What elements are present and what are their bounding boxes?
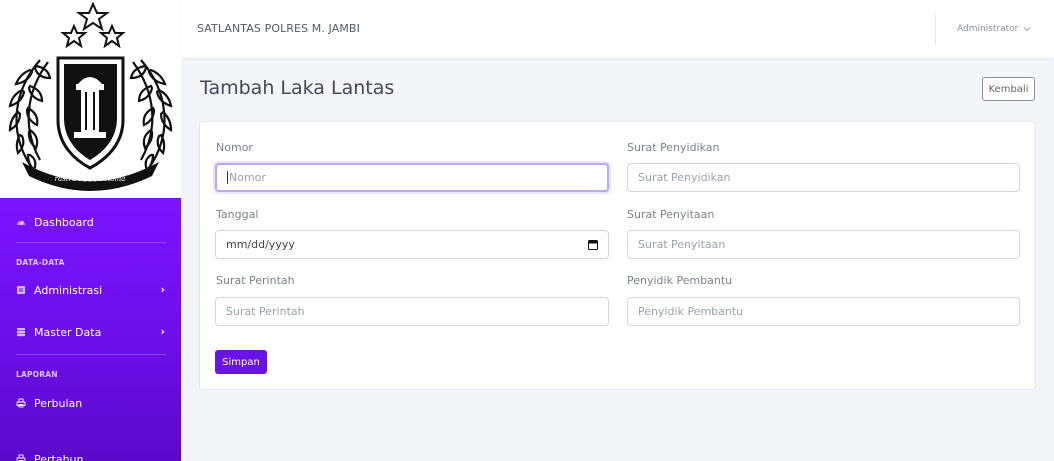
topbar-divider [935, 15, 936, 45]
sidebar-item-perbulan[interactable]: Perbulan [0, 383, 181, 423]
sidebar-item-label: Pertahun [34, 452, 84, 461]
topbar: SATLANTAS POLRES M. JAMBI Administrator [181, 0, 1054, 58]
sidebar-heading-laporan: LAPORAN [16, 370, 58, 379]
surat-perintah-placeholder: Surat Perintah [226, 305, 305, 318]
penyidik-pembantu-label: Penyidik Pembantu [627, 274, 733, 287]
chevron-down-icon [1024, 27, 1031, 32]
printer-icon [16, 398, 26, 408]
police-emblem-logo: rastra sewakottama [0, 0, 181, 198]
submit-button[interactable]: Simpan [215, 350, 267, 374]
printer-icon [16, 454, 26, 461]
sidebar-item-dashboard[interactable]: Dashboard [0, 202, 181, 242]
surat-penyitaan-placeholder: Surat Penyitaan [638, 238, 726, 251]
page-title: Tambah Laka Lantas [200, 77, 395, 99]
dashboard-icon [16, 217, 26, 227]
penyidik-pembantu-placeholder: Penyidik Pembantu [638, 305, 744, 318]
sidebar: rastra sewakottama Dashboard DATA-DATA A… [0, 0, 181, 461]
back-button[interactable]: Kembali [982, 77, 1035, 101]
chevron-right-icon: › [160, 283, 165, 296]
tanggal-placeholder: mm/dd/yyyy [226, 238, 295, 251]
database-icon [16, 327, 26, 337]
sidebar-item-label: Master Data [34, 325, 102, 339]
text-caret [227, 171, 228, 184]
chevron-right-icon: › [160, 325, 165, 338]
surat-penyidikan-placeholder: Surat Penyidikan [638, 171, 731, 184]
sidebar-nav: Dashboard DATA-DATA Administrasi › Maste… [0, 198, 181, 461]
police-emblem-icon: rastra sewakottama [8, 1, 173, 191]
sidebar-divider [16, 242, 166, 243]
user-name: Administrator [957, 24, 1019, 34]
sidebar-heading-data: DATA-DATA [16, 258, 65, 267]
surat-penyidikan-input[interactable]: Surat Penyidikan [627, 163, 1020, 192]
nomor-input[interactable]: Nomor [215, 163, 609, 192]
surat-perintah-label: Surat Perintah [216, 274, 295, 287]
sidebar-divider [16, 354, 166, 355]
sidebar-item-label: Perbulan [34, 396, 83, 410]
surat-penyitaan-label: Surat Penyitaan [627, 208, 715, 221]
nomor-label: Nomor [216, 141, 253, 154]
brand-title: SATLANTAS POLRES M. JAMBI [197, 22, 360, 35]
calendar-icon[interactable] [588, 239, 598, 250]
sidebar-item-label: Administrasi [34, 283, 103, 297]
form-card: Nomor Nomor Tanggal mm/dd/yyyy Surat Per… [199, 121, 1036, 390]
nomor-placeholder: Nomor [229, 171, 266, 184]
tanggal-label: Tanggal [216, 208, 259, 221]
sidebar-item-master-data[interactable]: Master Data › [0, 312, 181, 352]
penyidik-pembantu-input[interactable]: Penyidik Pembantu [627, 297, 1020, 326]
surat-perintah-input[interactable]: Surat Perintah [215, 297, 609, 326]
surat-penyitaan-input[interactable]: Surat Penyitaan [627, 230, 1020, 259]
user-menu[interactable]: Administrator [957, 24, 1031, 34]
document-icon [16, 285, 26, 295]
surat-penyidikan-label: Surat Penyidikan [627, 141, 720, 154]
sidebar-item-administrasi[interactable]: Administrasi › [0, 270, 181, 310]
tanggal-date-input[interactable]: mm/dd/yyyy [215, 230, 609, 259]
sidebar-item-label: Dashboard [34, 215, 94, 229]
logo-motto: rastra sewakottama [55, 175, 126, 183]
sidebar-item-pertahun[interactable]: Pertahun [0, 439, 181, 461]
